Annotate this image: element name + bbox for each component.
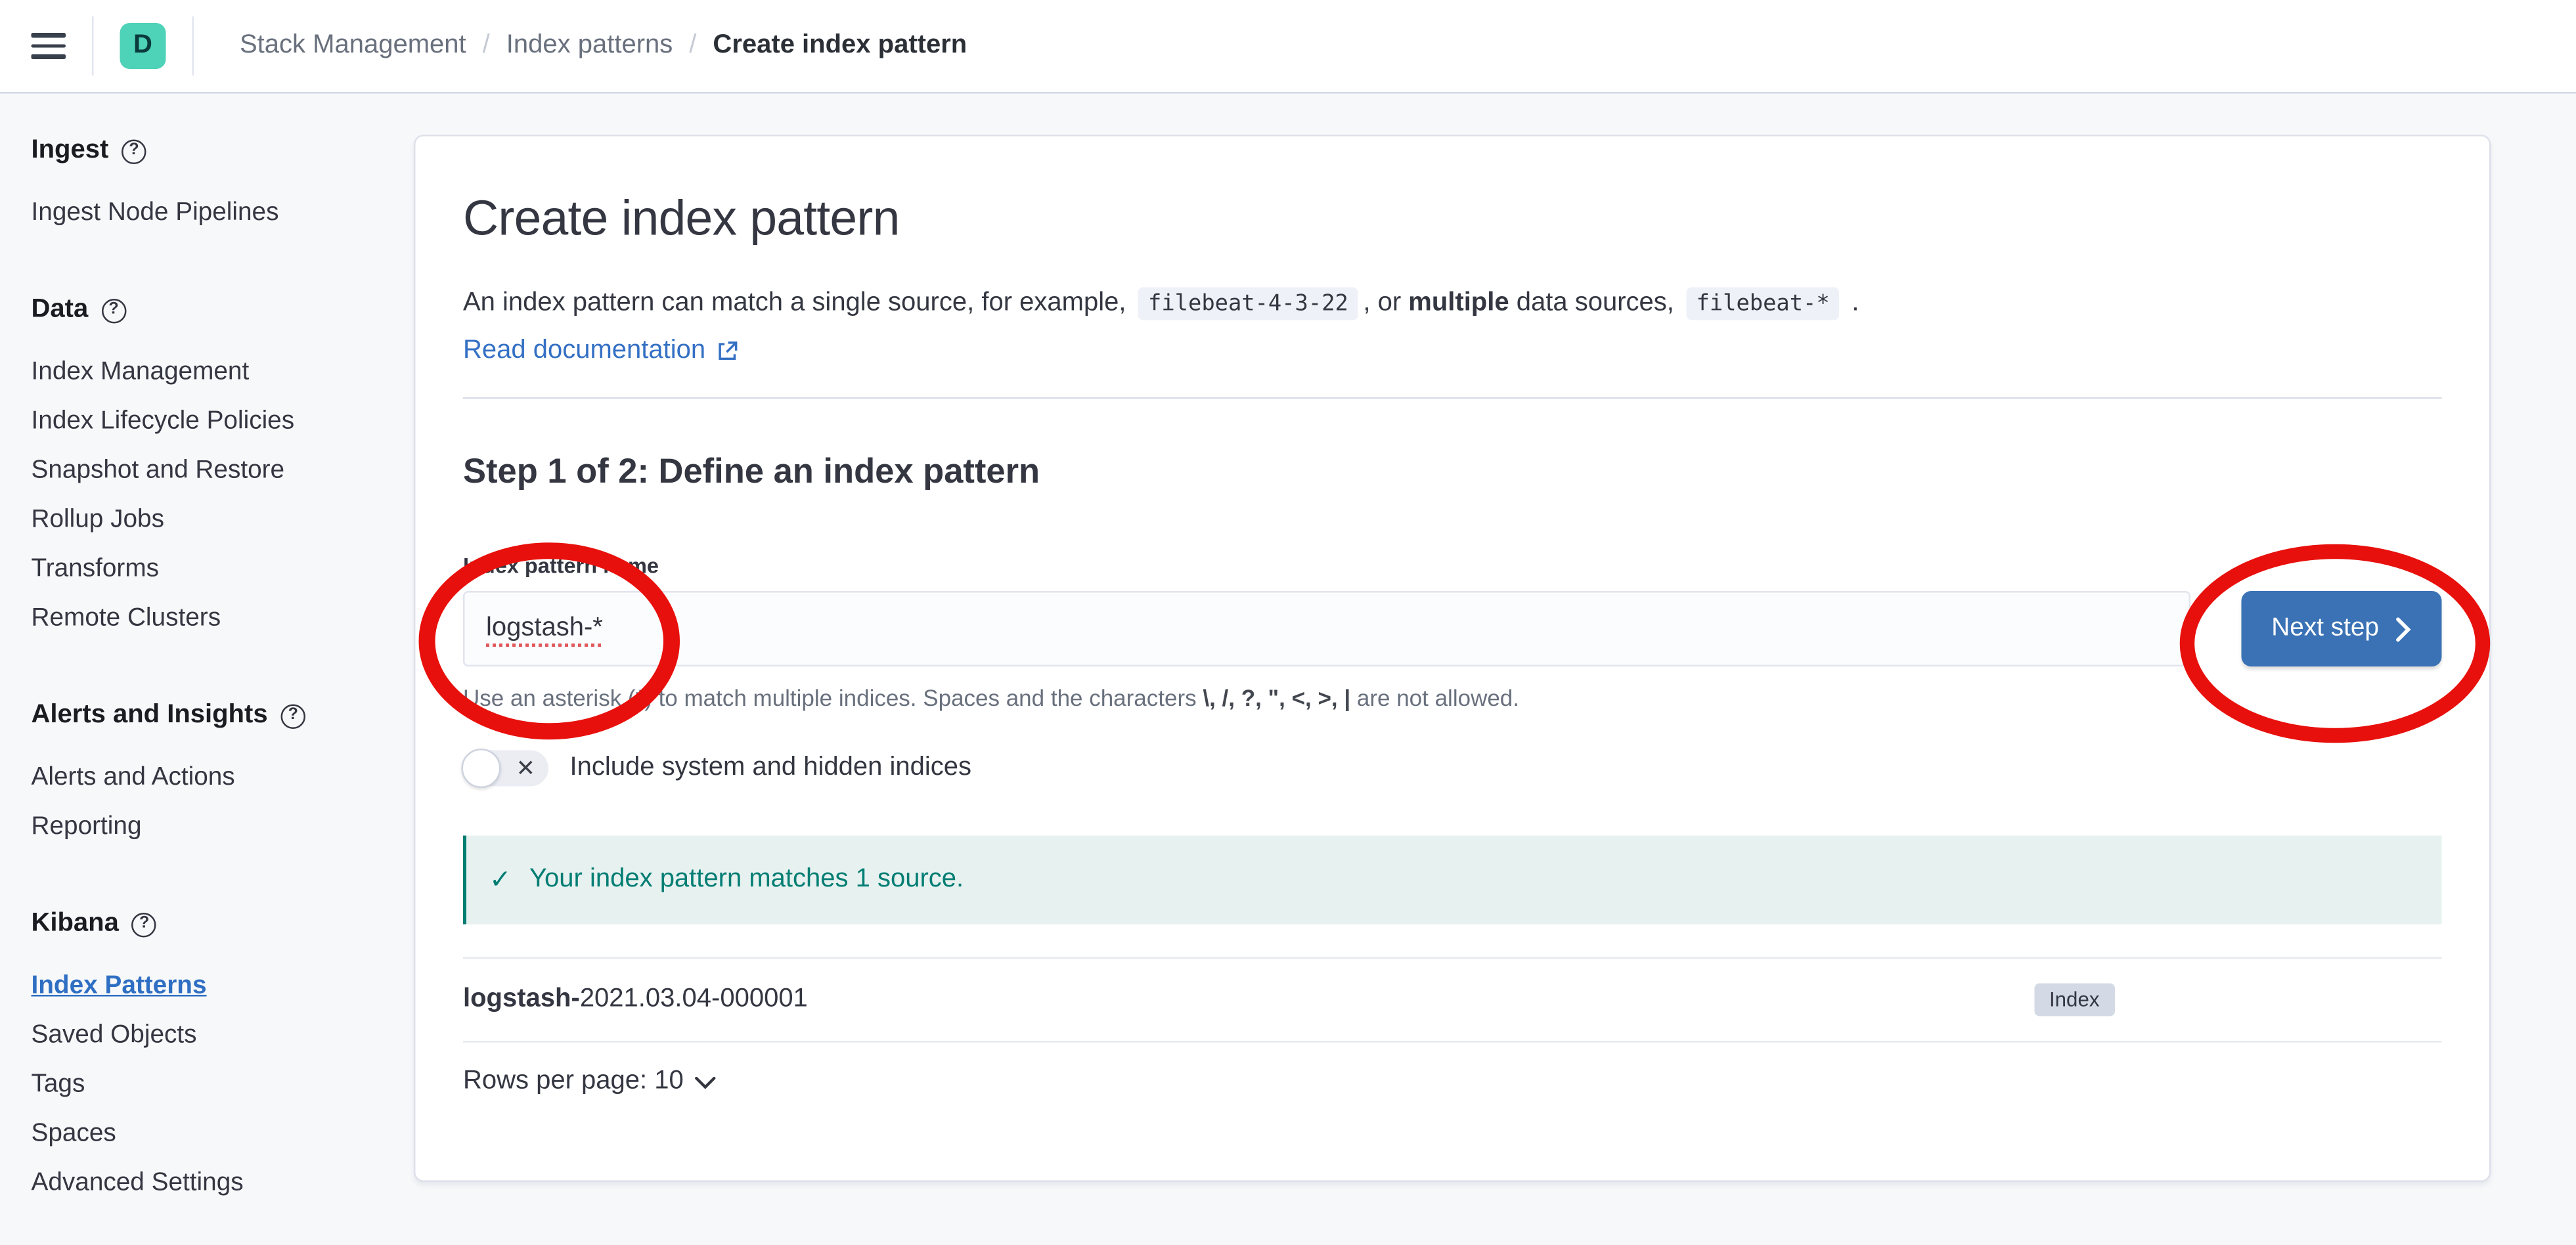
sidebar-item-spaces[interactable]: Spaces xyxy=(32,1118,409,1151)
sidebar-item-snapshot-and-restore[interactable]: Snapshot and Restore xyxy=(32,455,409,488)
rows-per-page-button[interactable]: Rows per page: 10 xyxy=(463,1067,717,1097)
create-index-pattern-panel: Create index pattern An index pattern ca… xyxy=(414,135,2491,1182)
form-row: logstash-* Next step xyxy=(463,591,2442,666)
chevron-right-icon xyxy=(2393,617,2412,642)
include-hidden-indices-toggle[interactable]: ✕ xyxy=(463,751,548,787)
read-documentation-link[interactable]: Read documentation xyxy=(463,337,738,366)
management-sidebar: Ingest ? Ingest Node Pipelines Data ? In… xyxy=(32,94,409,1245)
sidebar-section-ingest: Ingest ? Ingest Node Pipelines xyxy=(32,135,409,230)
breadcrumb-current-page: Create index pattern xyxy=(713,32,967,61)
intro-part: , or xyxy=(1363,289,1408,317)
sidebar-heading-kibana: Kibana ? xyxy=(32,908,409,941)
intro-part: . xyxy=(1844,289,1859,317)
matching-source-highlight: logstash- xyxy=(463,985,580,1015)
chevron-down-icon xyxy=(695,1074,717,1089)
sidebar-item-saved-objects[interactable]: Saved Objects xyxy=(32,1020,409,1053)
space-avatar[interactable]: D xyxy=(120,23,166,69)
sidebar-section-alerts-and-insights: Alerts and Insights ? Alerts and Actions… xyxy=(32,699,409,844)
help-icon[interactable]: ? xyxy=(132,912,157,937)
sidebar-section-data: Data ? Index Management Index Lifecycle … xyxy=(32,294,409,636)
sidebar-heading-label: Kibana xyxy=(32,908,119,941)
toggle-label: Include system and hidden indices xyxy=(570,754,971,783)
sidebar-item-advanced-settings[interactable]: Advanced Settings xyxy=(32,1168,409,1200)
sidebar-heading-ingest: Ingest ? xyxy=(32,135,409,167)
code-example-single-source: filebeat-4-3-22 xyxy=(1138,288,1358,320)
sidebar-heading-label: Ingest xyxy=(32,135,109,167)
code-example-wildcard: filebeat-* xyxy=(1687,288,1840,320)
matching-source-row: logstash-2021.03.04-000001 Index xyxy=(463,957,2442,1043)
include-hidden-indices-row: ✕ Include system and hidden indices xyxy=(463,751,2442,787)
step-heading: Step 1 of 2: Define an index pattern xyxy=(463,453,2442,492)
sidebar-heading-alerts-and-insights: Alerts and Insights ? xyxy=(32,699,409,732)
help-text-part: Use an asterisk (*) to match multiple in… xyxy=(463,685,1203,711)
top-header: D Stack Management / Index patterns / Cr… xyxy=(0,0,2576,94)
sidebar-item-index-management[interactable]: Index Management xyxy=(32,357,409,389)
sidebar-heading-label: Alerts and Insights xyxy=(32,699,268,732)
breadcrumb-separator: / xyxy=(689,32,696,61)
index-pattern-input-value: logstash-* xyxy=(486,614,603,644)
section-divider xyxy=(463,397,2442,399)
help-text-part: are not allowed. xyxy=(1350,685,1519,711)
sidebar-item-ingest-node-pipelines[interactable]: Ingest Node Pipelines xyxy=(32,197,409,230)
header-divider xyxy=(92,16,94,76)
sidebar-item-reporting[interactable]: Reporting xyxy=(32,811,409,844)
check-icon: ✓ xyxy=(489,863,512,896)
intro-text: An index pattern can match a single sour… xyxy=(463,282,2442,325)
help-text-forbidden-chars: \, /, ?, ", <, >, | xyxy=(1203,685,1350,711)
help-icon[interactable]: ? xyxy=(281,703,306,728)
external-link-icon xyxy=(715,340,738,363)
breadcrumb: Stack Management / Index patterns / Crea… xyxy=(240,32,967,61)
success-callout: ✓ Your index pattern matches 1 source. xyxy=(463,836,2442,925)
breadcrumb-index-patterns[interactable]: Index patterns xyxy=(506,32,673,61)
index-pattern-name-input[interactable]: logstash-* xyxy=(463,591,2190,666)
sidebar-heading-label: Data xyxy=(32,294,89,327)
kibana-stack-management-page: D Stack Management / Index patterns / Cr… xyxy=(0,0,2576,1245)
input-help-text: Use an asterisk (*) to match multiple in… xyxy=(463,685,2442,711)
success-callout-message: Your index pattern matches 1 source. xyxy=(529,865,964,895)
read-documentation-label: Read documentation xyxy=(463,337,705,366)
rows-per-page-label: Rows per page: 10 xyxy=(463,1067,684,1097)
next-step-button[interactable]: Next step xyxy=(2242,591,2442,666)
intro-part: An index pattern can match a single sour… xyxy=(463,289,1134,317)
help-icon[interactable]: ? xyxy=(122,139,146,164)
breadcrumb-stack-management[interactable]: Stack Management xyxy=(240,32,466,61)
sidebar-heading-data: Data ? xyxy=(32,294,409,327)
index-pattern-name-label: Index pattern name xyxy=(463,554,2442,579)
hamburger-menu-icon[interactable] xyxy=(32,33,66,59)
header-divider xyxy=(192,16,194,76)
next-step-label: Next step xyxy=(2271,614,2379,644)
page-title: Create index pattern xyxy=(463,192,2442,248)
matching-source-rest: 2021.03.04-000001 xyxy=(580,985,808,1015)
toggle-off-cross-icon: ✕ xyxy=(516,754,535,783)
sidebar-item-remote-clusters[interactable]: Remote Clusters xyxy=(32,603,409,636)
intro-part: data sources, xyxy=(1509,289,1681,317)
sidebar-item-tags[interactable]: Tags xyxy=(32,1069,409,1102)
sidebar-section-kibana: Kibana ? Index Patterns Saved Objects Ta… xyxy=(32,908,409,1200)
sidebar-item-rollup-jobs[interactable]: Rollup Jobs xyxy=(32,504,409,537)
sidebar-item-index-patterns[interactable]: Index Patterns xyxy=(32,971,409,1003)
help-icon[interactable]: ? xyxy=(101,298,126,323)
index-type-badge: Index xyxy=(2035,984,2114,1016)
intro-bold: multiple xyxy=(1408,289,1509,317)
sidebar-item-alerts-and-actions[interactable]: Alerts and Actions xyxy=(32,762,409,795)
sidebar-item-transforms[interactable]: Transforms xyxy=(32,554,409,586)
sidebar-item-index-lifecycle-policies[interactable]: Index Lifecycle Policies xyxy=(32,406,409,439)
toggle-knob xyxy=(462,749,501,788)
breadcrumb-separator: / xyxy=(483,32,490,61)
